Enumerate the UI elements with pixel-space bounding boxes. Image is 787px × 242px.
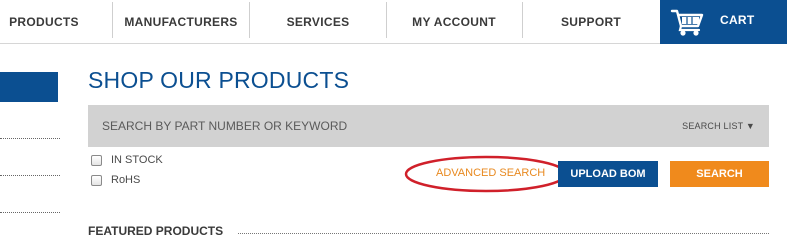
search-button[interactable]: SEARCH (670, 161, 769, 187)
nav-services[interactable]: SERVICES (249, 0, 387, 44)
nav-support[interactable]: SUPPORT (522, 0, 660, 44)
featured-products-heading: FEATURED PRODUCTS (88, 224, 224, 238)
nav-products[interactable]: PRODUCTS (0, 0, 88, 44)
top-navigation: PRODUCTS MANUFACTURERS SERVICES MY ACCOU… (0, 0, 787, 44)
page-title: SHOP OUR PRODUCTS (88, 67, 350, 93)
nav-manufacturers[interactable]: MANUFACTURERS (112, 0, 250, 44)
rohs-label: RoHS (111, 174, 141, 186)
filter-rohs[interactable]: RoHS (91, 174, 140, 186)
sidebar-active-item[interactable] (0, 72, 58, 102)
advanced-search-link[interactable]: ADVANCED SEARCH (436, 167, 545, 179)
sidebar-divider (0, 138, 60, 139)
cart-button[interactable]: CART (660, 0, 787, 44)
cart-label: CART (720, 13, 755, 27)
nav-my-account[interactable]: MY ACCOUNT (386, 0, 522, 44)
in-stock-label: IN STOCK (111, 154, 163, 166)
featured-divider (238, 233, 769, 234)
search-bar: SEARCH LIST ▼ (88, 105, 769, 147)
sidebar-divider (0, 212, 60, 213)
filter-in-stock[interactable]: IN STOCK (91, 154, 163, 166)
sidebar-divider (0, 175, 60, 176)
shopping-cart-icon (670, 9, 704, 36)
upload-bom-button[interactable]: UPLOAD BOM (558, 161, 658, 187)
rohs-checkbox[interactable] (91, 174, 102, 186)
in-stock-checkbox[interactable] (91, 154, 102, 166)
search-list-dropdown[interactable]: SEARCH LIST ▼ (682, 121, 755, 131)
search-input[interactable] (88, 105, 648, 147)
